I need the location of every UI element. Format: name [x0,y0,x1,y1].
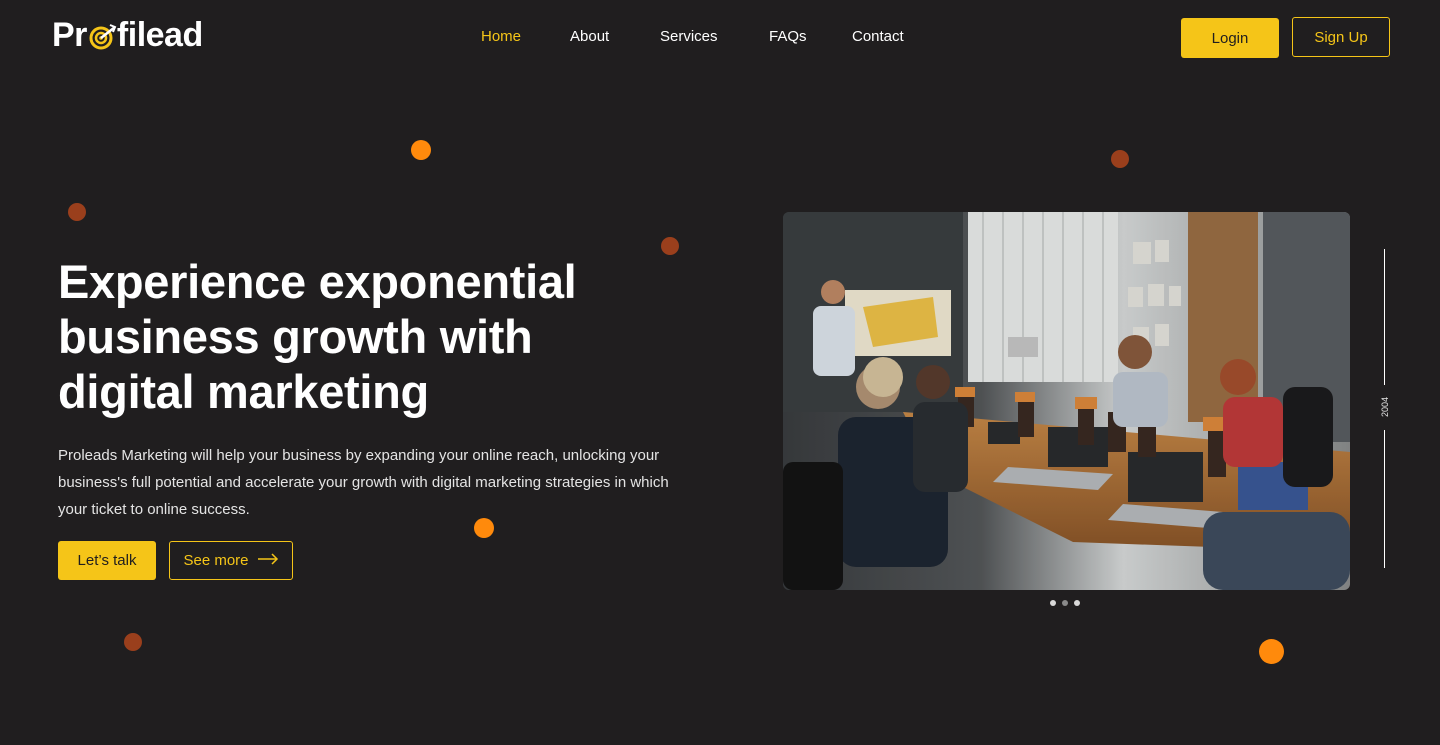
nav-item-about[interactable]: About [570,28,609,46]
carousel-dot-3[interactable] [1074,600,1080,606]
hero-image-meeting [783,212,1350,590]
arrow-right-icon [257,552,279,569]
lets-talk-button[interactable]: Let’s talk [58,541,156,580]
hero-description: Proleads Marketing will help your busine… [58,447,669,518]
year-divider-top [1384,249,1385,385]
see-more-button[interactable]: See more [169,541,293,580]
nav-item-faqs[interactable]: FAQs [769,28,807,46]
decorative-dot [411,140,431,160]
decorative-dot [1259,639,1284,664]
target-arrow-icon [88,22,118,52]
decorative-dot [1111,150,1129,168]
logo-text-left: Pr [52,16,87,54]
carousel-dot-1[interactable] [1050,600,1056,606]
year-divider-bottom [1384,430,1385,568]
nav-item-services[interactable]: Services [660,28,718,46]
carousel-dot-2[interactable] [1062,600,1068,606]
hero-title: Experience exponential business growth w… [58,255,577,418]
decorative-dot [661,237,679,255]
carousel-indicators [1050,600,1080,606]
logo-text-right: filead [116,16,203,54]
signup-button[interactable]: Sign Up [1292,17,1390,57]
brand-logo[interactable]: Pr filead [52,18,203,52]
decorative-dot [124,633,142,651]
year-label: 2004 [1380,396,1390,418]
decorative-dot [68,203,86,221]
nav-item-home[interactable]: Home [481,28,521,46]
see-more-label: See more [183,552,249,569]
nav-item-contact[interactable]: Contact [852,28,904,46]
login-button[interactable]: Login [1181,18,1279,58]
